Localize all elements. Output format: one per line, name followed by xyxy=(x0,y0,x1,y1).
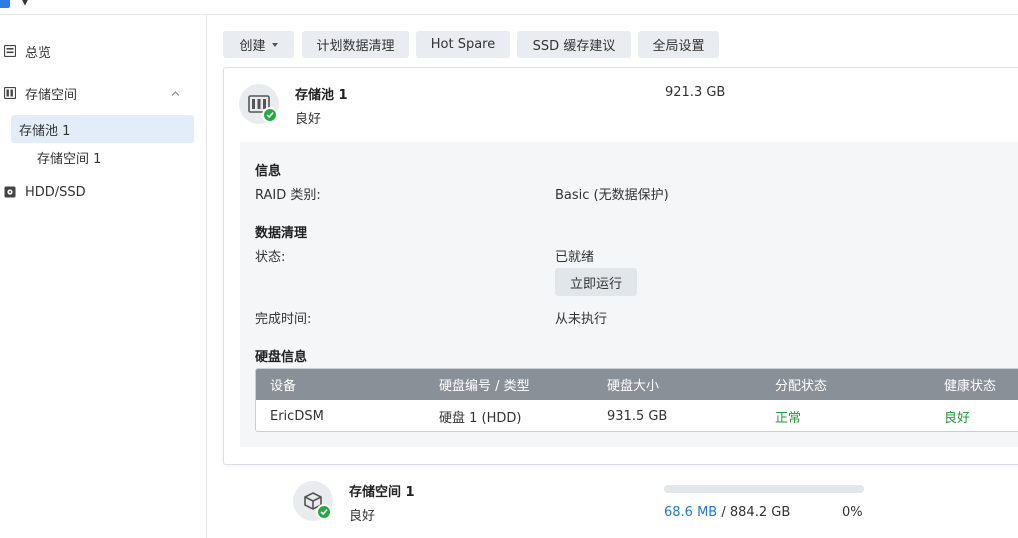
title-bar: ▼ xyxy=(0,0,1018,15)
pool-name: 存储池 1 xyxy=(295,88,348,103)
sidebar: 总览 存储空间 存储池 1 存储空间 1 HDD/SSD xyxy=(0,15,207,538)
pool-status: 良好 xyxy=(295,112,322,127)
column-header-health[interactable]: 健康状态 xyxy=(944,369,996,400)
sidebar-item-storage[interactable]: 存储空间 xyxy=(0,79,207,107)
cell-health-status: 良好 xyxy=(944,410,971,426)
table-row[interactable]: EricDSM 硬盘 1 (HDD) 931.5 GB 正常 良好 xyxy=(256,400,1018,431)
disk-icon xyxy=(3,185,17,199)
sidebar-item-label: 存储池 1 xyxy=(19,123,71,139)
volume-name: 存储空间 1 xyxy=(349,485,415,500)
raid-type-label: RAID 类别: xyxy=(255,188,321,203)
pool-capacity: 921.3 GB xyxy=(665,85,726,100)
column-header-disk-number[interactable]: 硬盘编号 / 类型 xyxy=(439,369,530,400)
sidebar-item-label: 存储空间 xyxy=(25,87,78,103)
sidebar-item-storage-pool-1[interactable]: 存储池 1 xyxy=(11,115,194,143)
ssd-cache-advisor-button[interactable]: SSD 缓存建议 xyxy=(517,31,631,58)
info-section-title: 信息 xyxy=(255,164,282,179)
sidebar-item-hdd-ssd[interactable]: HDD/SSD xyxy=(0,178,86,206)
storage-icon xyxy=(3,86,17,100)
volume-usage-text: 68.6 MB / 884.2 GB xyxy=(664,505,790,520)
create-label: 创建 xyxy=(239,39,266,54)
finish-time-label: 完成时间: xyxy=(255,312,312,327)
finish-time-value: 从未执行 xyxy=(555,312,608,327)
volume-used: 68.6 MB xyxy=(664,505,718,520)
usage-separator: / xyxy=(721,505,726,520)
scrub-state-label: 状态: xyxy=(255,250,286,265)
data-scrubbing-title: 数据清理 xyxy=(255,226,308,241)
disk-info-title: 硬盘信息 xyxy=(255,350,308,365)
sidebar-item-overview[interactable]: 总览 xyxy=(0,37,51,65)
volume-total: 884.2 GB xyxy=(729,505,791,520)
check-badge-icon xyxy=(316,504,332,520)
sidebar-item-volume-1[interactable]: 存储空间 1 xyxy=(0,143,101,171)
column-header-allocation[interactable]: 分配状态 xyxy=(775,369,827,400)
overview-icon xyxy=(3,44,17,58)
hot-spare-button[interactable]: Hot Spare xyxy=(416,31,510,58)
sidebar-item-label: 存储空间 1 xyxy=(37,151,102,167)
cell-disk-size: 931.5 GB xyxy=(607,408,668,424)
column-header-disk-size[interactable]: 硬盘大小 xyxy=(607,369,659,400)
create-button[interactable]: 创建 xyxy=(223,31,294,58)
disk-info-table: 设备 硬盘编号 / 类型 硬盘大小 分配状态 健康状态 EricDSM 硬盘 1… xyxy=(255,368,1018,432)
sidebar-item-label: 总览 xyxy=(25,45,52,61)
volume-usage-percent: 0% xyxy=(842,505,863,520)
run-now-button[interactable]: 立即运行 xyxy=(555,268,637,296)
scrub-state-value: 已就绪 xyxy=(555,250,595,265)
storage-manager-window: ▼ 总览 存储空间 存储池 1 存储空间 1 HDD/SSD 创建 计划数据清理… xyxy=(0,0,1018,538)
column-header-device[interactable]: 设备 xyxy=(270,369,296,400)
scrub-schedule-button[interactable]: 计划数据清理 xyxy=(302,31,409,58)
caret-down-icon xyxy=(271,42,278,47)
cell-disk-number: 硬盘 1 (HDD) xyxy=(439,410,522,426)
volume-usage-bar xyxy=(664,485,864,493)
global-settings-button[interactable]: 全局设置 xyxy=(638,31,719,58)
sidebar-item-label: HDD/SSD xyxy=(25,184,86,200)
raid-type-value: Basic (无数据保护) xyxy=(555,188,669,203)
table-header: 设备 硬盘编号 / 类型 硬盘大小 分配状态 健康状态 xyxy=(256,369,1018,400)
chevron-up-icon[interactable] xyxy=(171,89,180,98)
volume-status: 良好 xyxy=(349,509,376,524)
cell-allocation-status: 正常 xyxy=(775,410,802,426)
window-title: ▼ xyxy=(20,0,30,8)
cell-device: EricDSM xyxy=(270,408,324,424)
check-badge-icon xyxy=(262,107,278,123)
app-icon xyxy=(0,0,10,8)
